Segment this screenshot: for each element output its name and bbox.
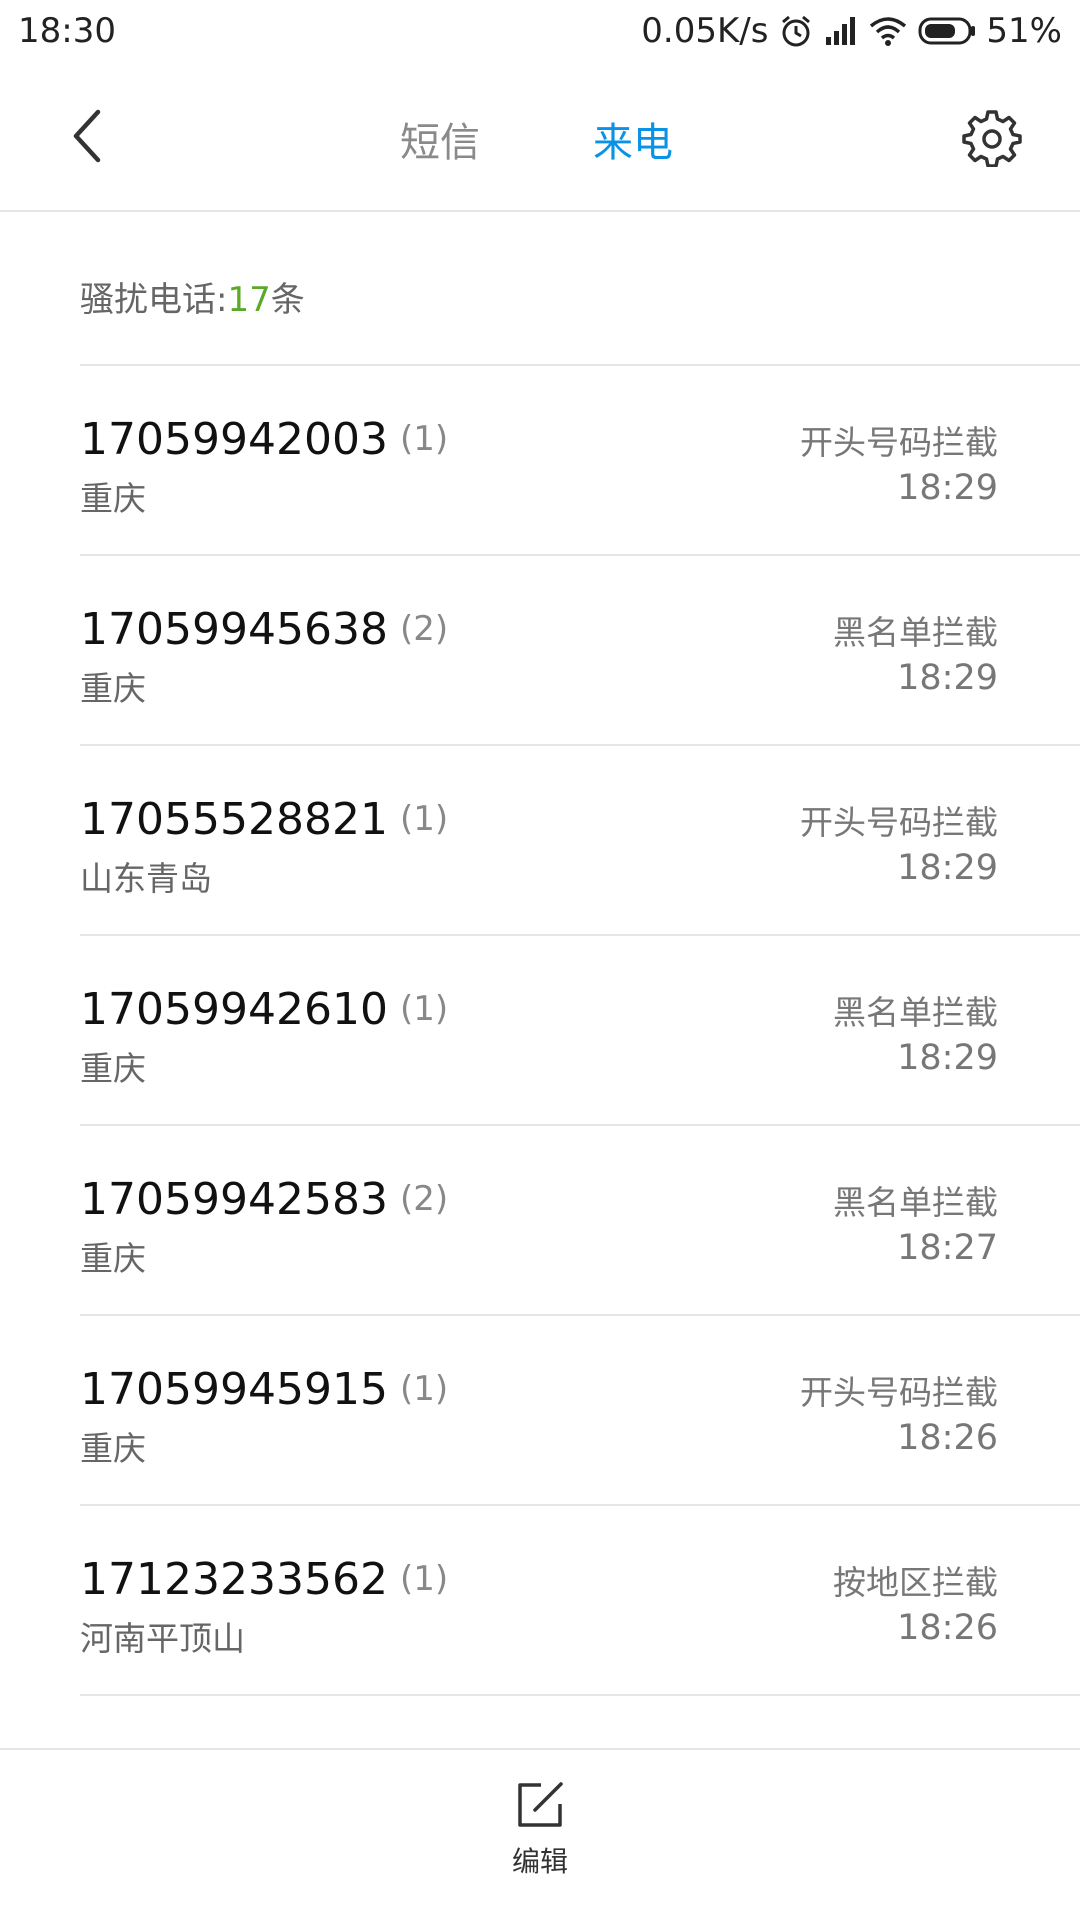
call-count: (1) [399,1559,449,1599]
list-item[interactable]: 17123233562 (1) 河南平顶山 按地区拦截 18:26 [80,1506,1080,1696]
list-item[interactable]: 17059942003 (1) 重庆 开头号码拦截 18:29 [80,366,1080,556]
signal-icon [826,17,856,45]
call-location: 河南平顶山 [80,1619,245,1658]
tab-sms[interactable]: 短信 [400,110,480,168]
block-reason: 黑名单拦截 [833,1183,998,1222]
call-number: 17059942583 [80,1174,388,1225]
call-time: 18:27 [897,1228,998,1268]
summary-label: 骚扰电话: [80,280,228,320]
call-location: 重庆 [80,1239,146,1278]
call-number: 17059942610 [80,984,388,1035]
call-location: 重庆 [80,1049,146,1088]
call-time: 18:29 [897,1038,998,1078]
summary-count: 17 [227,280,271,320]
call-count: (1) [399,989,449,1029]
call-count: (1) [399,419,449,459]
blocked-call-list: 17059942003 (1) 重庆 开头号码拦截 18:29 170599456… [80,366,1080,1696]
bottom-action-bar: 编辑 [0,1748,1080,1920]
block-reason: 开头号码拦截 [800,423,998,462]
status-time: 18:30 [18,11,116,51]
block-reason: 开头号码拦截 [800,803,998,842]
network-speed: 0.05K/s [641,11,769,51]
call-time: 18:26 [897,1608,998,1648]
list-item[interactable]: 17059942610 (1) 重庆 黑名单拦截 18:29 [80,936,1080,1126]
wifi-icon [870,17,907,46]
call-number: 17059945638 [80,604,388,655]
block-reason: 黑名单拦截 [833,613,998,652]
call-number: 17055528821 [80,794,388,845]
call-count: (2) [399,1179,449,1219]
call-count: (1) [399,799,449,839]
block-reason: 黑名单拦截 [833,993,998,1032]
call-location: 重庆 [80,479,146,518]
edit-button[interactable]: 编辑 [490,1780,590,1900]
gear-icon [962,110,1022,168]
call-location: 山东青岛 [80,859,212,898]
status-bar: 18:30 0.05K/s 51% [0,0,1080,62]
call-time: 18:29 [897,468,998,508]
call-count: (2) [399,609,449,649]
battery-icon [918,17,976,45]
battery-level: 51% [986,11,1062,51]
tab-calls[interactable]: 来电 [593,110,673,168]
call-time: 18:26 [897,1418,998,1458]
call-number: 17123233562 [80,1554,388,1605]
block-reason: 按地区拦截 [833,1563,998,1602]
call-time: 18:29 [897,848,998,888]
call-location: 重庆 [80,1429,146,1468]
summary-unit: 条 [270,280,305,320]
spam-call-summary: 骚扰电话:17条 [80,212,1080,366]
list-item[interactable]: 17059945638 (2) 重庆 黑名单拦截 18:29 [80,556,1080,746]
call-number: 17059942003 [80,414,388,465]
list-item[interactable]: 17059945915 (1) 重庆 开头号码拦截 18:26 [80,1316,1080,1506]
back-icon [73,109,101,163]
alarm-icon [782,15,811,47]
call-number: 17059945915 [80,1364,388,1415]
back-button[interactable] [66,106,110,166]
list-item[interactable]: 17055528821 (1) 山东青岛 开头号码拦截 18:29 [80,746,1080,936]
edit-icon [518,1782,563,1827]
block-reason: 开头号码拦截 [800,1373,998,1412]
call-location: 重庆 [80,669,146,708]
call-time: 18:29 [897,658,998,698]
status-indicators: 0.05K/s 51% [641,11,1062,51]
list-item[interactable]: 17059942583 (2) 重庆 黑名单拦截 18:27 [80,1126,1080,1316]
call-count: (1) [399,1369,449,1409]
header: 短信 来电 [0,62,1080,212]
settings-button[interactable] [962,107,1022,168]
edit-label: 编辑 [511,1845,568,1878]
